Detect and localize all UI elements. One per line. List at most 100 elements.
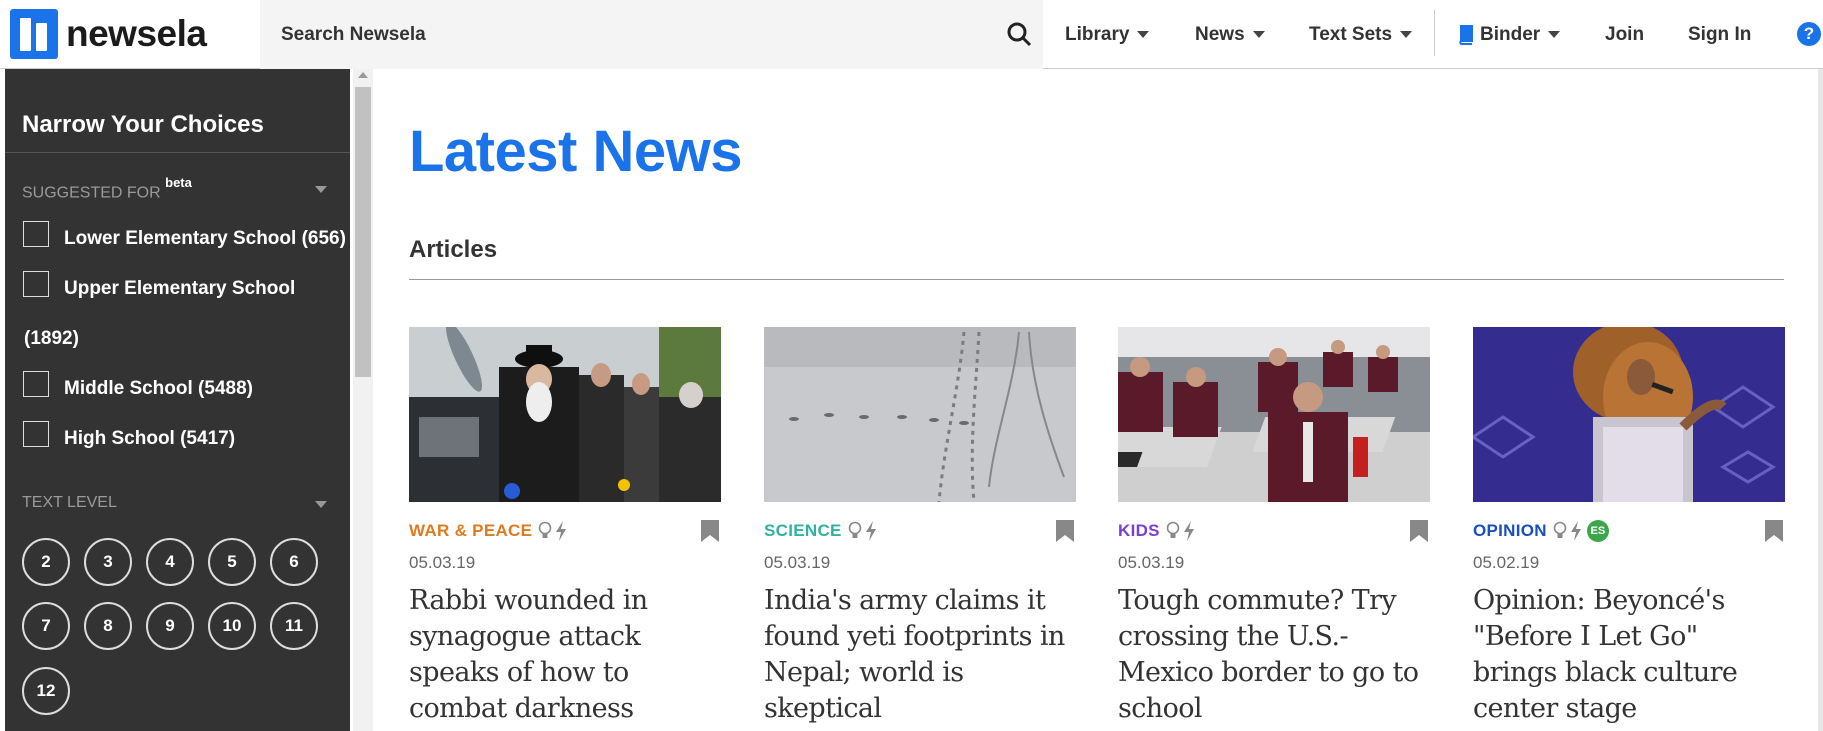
section-title: Articles <box>409 236 498 263</box>
chevron-down-icon[interactable] <box>315 501 327 508</box>
article-card: SCIENCE 05.03.19 India's army claims it … <box>764 327 1076 727</box>
nav-news[interactable]: News <box>1195 24 1285 46</box>
level-button-2[interactable]: 2 <box>22 538 70 586</box>
search-bar <box>260 0 1043 69</box>
level-button-7[interactable]: 7 <box>22 602 70 650</box>
article-card: WAR & PEACE 05.03.19 Rabbi wounded in sy… <box>409 327 721 727</box>
scrollbar-thumb[interactable] <box>355 87 371 377</box>
article-category[interactable]: WAR & PEACE <box>409 521 532 541</box>
level-button-12[interactable]: 12 <box>22 667 70 715</box>
page-scrollbar[interactable] <box>1818 69 1823 731</box>
nav-library-label: Library <box>1065 23 1130 45</box>
nav-text-sets[interactable]: Text Sets <box>1309 24 1429 46</box>
newsela-logo-icon <box>10 9 58 59</box>
brand-name: newsela <box>66 13 207 54</box>
search-icon[interactable] <box>1005 20 1033 48</box>
bookmark-icon[interactable] <box>701 520 719 542</box>
level-button-10[interactable]: 10 <box>208 602 256 650</box>
option-upper-elementary-label: Upper Elementary School <box>64 278 296 299</box>
divider <box>5 152 350 153</box>
photo-snow-footprints-icon <box>764 327 1076 502</box>
article-card: KIDS 05.03.19 Tough commute? Try crossin… <box>1118 327 1430 727</box>
search-input[interactable] <box>260 23 960 46</box>
article-category[interactable]: KIDS <box>1118 521 1160 541</box>
text-level-title[interactable]: TEXT LEVEL <box>22 494 117 512</box>
article-meta: WAR & PEACE <box>409 516 721 546</box>
nav-sign-in[interactable]: Sign In <box>1688 24 1788 46</box>
checkbox-high-school[interactable] <box>23 421 49 447</box>
article-headline[interactable]: India's army claims it found yeti footpr… <box>764 583 1076 727</box>
lightbulb-icon <box>1553 521 1567 538</box>
scroll-up-arrow-icon[interactable] <box>358 72 368 78</box>
article-image[interactable] <box>409 327 721 502</box>
spanish-language-badge: ES <box>1586 520 1609 542</box>
article-headline[interactable]: Opinion: Beyoncé's "Before I Let Go" bri… <box>1473 583 1785 727</box>
chevron-down-icon <box>1252 31 1265 38</box>
checkbox-upper-elementary[interactable] <box>23 271 49 297</box>
option-middle-school-label: Middle School (5488) <box>64 378 253 399</box>
lightbulb-icon <box>538 521 552 538</box>
bookmark-icon[interactable] <box>1056 520 1074 542</box>
article-meta: OPINION ES <box>1473 516 1785 546</box>
level-button-9[interactable]: 9 <box>146 602 194 650</box>
lightning-icon <box>865 521 876 541</box>
article-card: OPINION ES 05.02.19 Opinion: Beyoncé's "… <box>1473 327 1785 727</box>
level-button-6[interactable]: 6 <box>270 538 318 586</box>
level-button-5[interactable]: 5 <box>208 538 256 586</box>
nav-news-label: News <box>1195 23 1245 45</box>
suggested-for-title: SUGGESTED FOR <box>22 184 161 202</box>
lightning-icon <box>1570 521 1581 541</box>
photo-singer-icon <box>1473 327 1785 502</box>
nav-join[interactable]: Join <box>1605 24 1655 46</box>
chevron-down-icon <box>1137 31 1150 38</box>
option-lower-elementary-label: Lower Elementary School (656) <box>64 228 346 249</box>
level-button-11[interactable]: 11 <box>270 602 318 650</box>
nav-sign-in-label: Sign In <box>1688 23 1752 45</box>
article-meta: KIDS <box>1118 516 1430 546</box>
article-meta: SCIENCE <box>764 516 1076 546</box>
article-image[interactable] <box>1473 327 1785 502</box>
sidebar-title: Narrow Your Choices <box>22 111 264 138</box>
divider <box>409 279 1784 280</box>
chevron-down-icon <box>1400 31 1413 38</box>
photo-rabbi-icon <box>409 327 721 502</box>
lightbulb-icon <box>1166 521 1180 538</box>
option-high-school-label: High School (5417) <box>64 428 236 449</box>
newsela-logo[interactable]: newsela <box>10 9 207 59</box>
level-button-8[interactable]: 8 <box>84 602 132 650</box>
beta-badge: beta <box>165 175 192 190</box>
checkbox-lower-elementary[interactable] <box>23 221 49 247</box>
level-button-3[interactable]: 3 <box>84 538 132 586</box>
article-image[interactable] <box>1118 327 1430 502</box>
nav-text-sets-label: Text Sets <box>1309 23 1393 45</box>
chevron-down-icon[interactable] <box>315 186 327 193</box>
binder-book-icon <box>1459 24 1473 45</box>
photo-classroom-icon <box>1118 327 1430 502</box>
nav-binder-label: Binder <box>1480 23 1541 45</box>
bookmark-icon[interactable] <box>1410 520 1428 542</box>
chevron-down-icon <box>1548 31 1561 38</box>
level-button-4[interactable]: 4 <box>146 538 194 586</box>
lightning-icon <box>1183 521 1194 541</box>
nav-join-label: Join <box>1605 23 1645 45</box>
article-image[interactable] <box>764 327 1076 502</box>
article-headline[interactable]: Tough commute? Try crossing the U.S.-Mex… <box>1118 583 1430 727</box>
article-date: 05.03.19 <box>764 553 831 572</box>
suggested-for-header[interactable]: SUGGESTED FOR beta <box>22 175 192 202</box>
article-headline[interactable]: Rabbi wounded in synagogue attack speaks… <box>409 583 721 727</box>
page-title: Latest News <box>409 119 742 184</box>
article-category[interactable]: OPINION <box>1473 521 1547 541</box>
nav-divider <box>1434 10 1435 56</box>
filter-sidebar: Narrow Your Choices SUGGESTED FOR beta L… <box>5 69 350 731</box>
checkbox-middle-school[interactable] <box>23 371 49 397</box>
option-upper-elementary-count: (1892) <box>24 328 79 349</box>
nav-binder[interactable]: Binder <box>1457 24 1577 46</box>
lightbulb-icon <box>848 521 861 538</box>
bookmark-icon[interactable] <box>1765 520 1783 542</box>
article-date: 05.03.19 <box>1118 553 1185 572</box>
article-date: 05.02.19 <box>1473 553 1540 572</box>
help-icon[interactable]: ? <box>1797 22 1821 46</box>
article-date: 05.03.19 <box>409 553 476 572</box>
article-category[interactable]: SCIENCE <box>764 521 842 541</box>
nav-library[interactable]: Library <box>1065 24 1165 46</box>
